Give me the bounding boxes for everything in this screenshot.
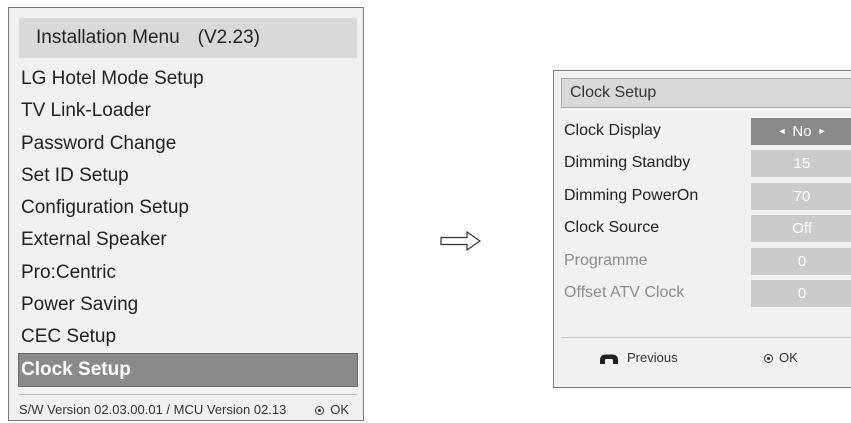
installation-menu-version: (V2.23) xyxy=(197,27,260,48)
installation-menu-footer: S/W Version 02.03.00.01 / MCU Version 02… xyxy=(19,400,357,420)
previous-icon xyxy=(600,354,618,364)
clock-setup-footer: Previous OK xyxy=(561,347,851,369)
menu-item-set-id-setup[interactable]: Set ID Setup xyxy=(19,160,357,192)
offset-atv-clock-value: 0 xyxy=(751,279,851,307)
installation-menu: Installation Menu (V2.23) LG Hotel Mode S… xyxy=(8,7,364,421)
dimming-standby-label: Dimming Standby xyxy=(564,154,691,172)
programme-label: Programme xyxy=(564,251,648,269)
clock-display-row[interactable]: Clock Display ◄ No ► xyxy=(561,116,851,148)
installation-menu-divider xyxy=(19,394,357,395)
ok-label: OK xyxy=(330,402,349,417)
installation-menu-title-text: Installation Menu xyxy=(36,27,180,48)
dimming-standby-value[interactable]: 15 xyxy=(751,150,851,178)
clock-setup-rows: Clock Display ◄ No ► Dimming Standby 15 Di… xyxy=(561,116,851,310)
programme-row: Programme 0 xyxy=(561,246,851,278)
clock-setup-divider xyxy=(561,337,851,338)
menu-item-configuration-setup[interactable]: Configuration Setup xyxy=(19,192,357,224)
menu-item-tv-link-loader[interactable]: TV Link-Loader xyxy=(19,95,357,127)
clock-source-row[interactable]: Clock Source Off xyxy=(561,213,851,245)
dimming-standby-row[interactable]: Dimming Standby 15 xyxy=(561,148,851,180)
clock-setup-title: Clock Setup xyxy=(561,78,851,108)
programme-value: 0 xyxy=(751,247,851,275)
menu-item-clock-setup[interactable]: Clock Setup xyxy=(18,352,358,387)
right-triangle-icon[interactable]: ► xyxy=(818,126,827,136)
ok-label: OK xyxy=(779,350,798,365)
ok-dot-icon xyxy=(315,406,325,415)
menu-item-cec-setup[interactable]: CEC Setup xyxy=(19,321,357,353)
ok-dot-icon xyxy=(764,354,773,363)
left-triangle-icon[interactable]: ◄ xyxy=(777,126,786,136)
menu-item-power-saving[interactable]: Power Saving xyxy=(19,289,357,321)
clock-display-value: No xyxy=(792,123,812,140)
clock-display-selector[interactable]: ◄ No ► xyxy=(751,118,851,145)
clock-setup-panel: Clock Setup Clock Display ◄ No ► Dimming S… xyxy=(553,70,851,388)
dimming-poweron-label: Dimming PowerOn xyxy=(564,186,699,204)
installation-menu-title: Installation Menu (V2.23) xyxy=(19,18,357,58)
ok-button[interactable]: OK xyxy=(315,400,349,420)
previous-button[interactable]: Previous xyxy=(599,347,678,369)
installation-menu-list: LG Hotel Mode Setup TV Link-Loader Passw… xyxy=(18,63,358,387)
menu-item-external-speaker[interactable]: External Speaker xyxy=(19,224,357,256)
clock-source-label: Clock Source xyxy=(564,219,660,237)
menu-item-password-change[interactable]: Password Change xyxy=(19,128,357,160)
clock-display-label: Clock Display xyxy=(564,122,661,139)
clock-source-value[interactable]: Off xyxy=(751,215,851,243)
dimming-poweron-value[interactable]: 70 xyxy=(751,182,851,210)
software-version-text: S/W Version 02.03.00.01 / MCU Version 02… xyxy=(19,402,287,417)
offset-atv-clock-row: Offset ATV Clock 0 xyxy=(561,278,851,310)
previous-label: Previous xyxy=(627,350,678,365)
right-arrow-icon xyxy=(440,230,482,252)
menu-item-lg-hotel-mode-setup[interactable]: LG Hotel Mode Setup xyxy=(19,63,357,95)
offset-atv-clock-label: Offset ATV Clock xyxy=(564,283,685,301)
ok-button[interactable]: OK xyxy=(764,347,798,369)
dimming-poweron-row[interactable]: Dimming PowerOn 70 xyxy=(561,181,851,213)
menu-item-pro-centric[interactable]: Pro:Centric xyxy=(19,257,357,289)
